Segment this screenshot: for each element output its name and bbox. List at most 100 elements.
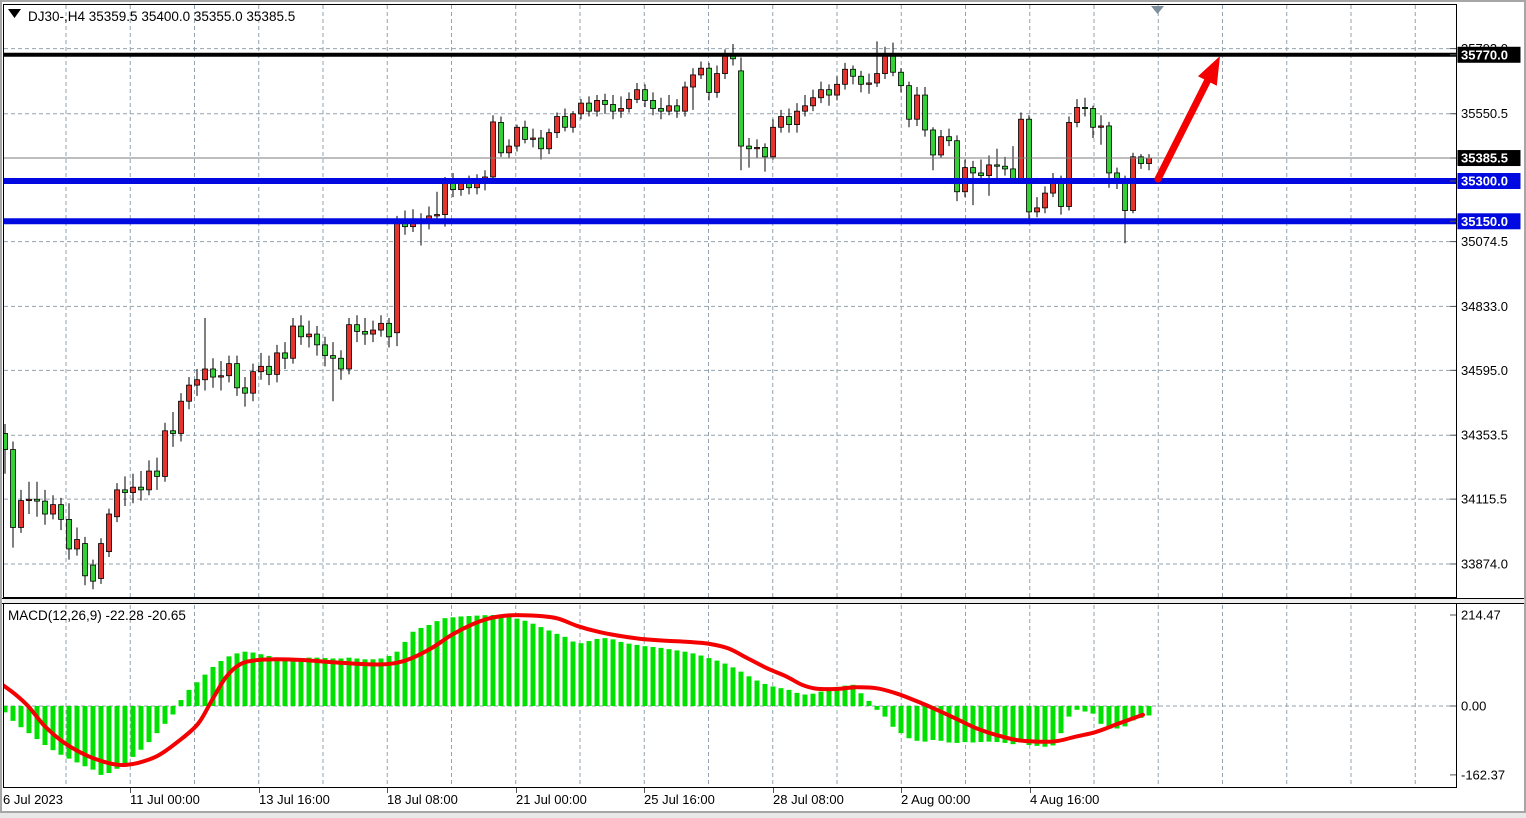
candle-bearish	[243, 388, 248, 393]
price-axis-background[interactable]	[1457, 4, 1523, 788]
macd-histogram-bar	[915, 706, 920, 741]
candle-bearish	[611, 104, 616, 111]
candle-bullish	[75, 540, 80, 549]
macd-histogram-bar	[763, 684, 768, 706]
candle-bearish	[499, 122, 504, 152]
macd-histogram-bar	[731, 667, 736, 706]
candle-bullish	[811, 98, 816, 106]
time-tick-label: 11 Jul 00:00	[130, 792, 200, 807]
candle-bullish	[843, 69, 848, 84]
candle-bullish	[227, 364, 232, 376]
macd-histogram-bar	[563, 637, 568, 706]
price-tick-label: 34595.0	[1461, 363, 1508, 378]
macd-histogram-bar	[451, 617, 456, 706]
candle-bullish	[307, 334, 312, 337]
macd-histogram-bar	[419, 628, 424, 706]
candle-bullish	[115, 490, 120, 517]
macd-histogram-bar	[675, 650, 680, 706]
candle-bullish	[251, 372, 256, 393]
panel-separator[interactable]	[4, 599, 1525, 603]
candle-bullish	[99, 544, 104, 579]
price-badge-label: 35770.0	[1461, 47, 1508, 62]
macd-histogram-bar	[587, 641, 592, 706]
macd-histogram-bar	[931, 706, 936, 740]
candle-bullish	[555, 117, 560, 133]
macd-histogram-bar	[131, 706, 136, 757]
time-tick-label: 6 Jul 2023	[3, 792, 63, 807]
macd-histogram-bar	[35, 706, 40, 739]
macd-histogram-bar	[435, 621, 440, 706]
macd-histogram-bar	[819, 692, 824, 706]
macd-histogram-bar	[1099, 706, 1104, 724]
candle-bullish	[531, 138, 536, 139]
macd-histogram-bar	[187, 690, 192, 706]
macd-histogram-bar	[891, 706, 896, 727]
candle-bullish	[443, 181, 448, 215]
candle-bullish	[547, 133, 552, 149]
macd-histogram-bar	[955, 706, 960, 743]
macd-histogram-bar	[875, 706, 880, 710]
macd-histogram-bar	[707, 658, 712, 706]
macd-histogram-bar	[19, 706, 24, 727]
macd-histogram-bar	[267, 656, 272, 706]
macd-histogram-bar	[315, 658, 320, 706]
macd-histogram-bar	[283, 659, 288, 706]
candle-bearish	[91, 565, 96, 581]
macd-histogram-bar	[147, 706, 152, 742]
macd-tick-label: 0.00	[1461, 699, 1486, 714]
candle-bearish	[235, 364, 240, 388]
candle-bullish	[819, 90, 824, 98]
macd-histogram-bar	[1075, 706, 1080, 710]
macd-histogram-bar	[123, 706, 128, 763]
macd-histogram-bar	[539, 627, 544, 706]
macd-histogram-bar	[1107, 706, 1112, 727]
macd-histogram-bar	[859, 693, 864, 706]
candle-bearish	[331, 356, 336, 359]
macd-histogram-bar	[323, 658, 328, 706]
macd-histogram-bar	[363, 659, 368, 706]
candle-bearish	[827, 90, 832, 95]
candle-bearish	[739, 71, 744, 146]
macd-histogram-bar	[787, 690, 792, 706]
macd-histogram-bar	[395, 652, 400, 706]
candle-bullish	[1147, 158, 1152, 164]
macd-histogram-bar	[579, 643, 584, 706]
macd-histogram-bar	[923, 706, 928, 742]
candle-bullish	[1019, 119, 1024, 179]
macd-histogram-bar	[235, 653, 240, 706]
macd-histogram-bar	[155, 706, 160, 733]
macd-tick-label: -162.37	[1461, 767, 1505, 782]
macd-histogram-bar	[635, 645, 640, 706]
macd-histogram-bar	[883, 706, 888, 717]
trading-chart-window: 35793.035550.535074.534833.034595.034353…	[0, 0, 1526, 813]
candle-bearish	[283, 353, 288, 358]
macd-histogram-bar	[651, 647, 656, 706]
time-tick-label: 25 Jul 16:00	[644, 792, 715, 807]
macd-histogram-bar	[403, 642, 408, 706]
macd-histogram-bar	[179, 700, 184, 706]
candle-bearish	[1003, 166, 1008, 169]
macd-histogram-bar	[747, 676, 752, 706]
price-tick-label: 35550.5	[1461, 106, 1508, 121]
time-tick-label: 2 Aug 00:00	[901, 792, 970, 807]
macd-histogram-bar	[779, 688, 784, 706]
macd-histogram-bar	[475, 616, 480, 706]
candle-bullish	[755, 147, 760, 148]
candle-bullish	[395, 222, 400, 333]
candle-bullish	[379, 323, 384, 330]
candle-bearish	[563, 117, 568, 128]
chart-svg: 35793.035550.535074.534833.034595.034353…	[0, 0, 1526, 813]
candle-bullish	[107, 514, 112, 552]
macd-histogram-bar	[699, 656, 704, 706]
price-badge-label: 35385.5	[1461, 151, 1508, 166]
macd-histogram-bar	[659, 648, 664, 706]
price-tick-label: 34353.5	[1461, 428, 1508, 443]
macd-histogram-bar	[571, 642, 576, 706]
macd-histogram-bar	[867, 701, 872, 706]
macd-histogram-bar	[483, 615, 488, 706]
candle-bullish	[203, 369, 208, 380]
time-tick-label: 28 Jul 08:00	[773, 792, 844, 807]
candle-bullish	[691, 75, 696, 87]
candle-bearish	[851, 69, 856, 76]
candle-bullish	[619, 108, 624, 111]
